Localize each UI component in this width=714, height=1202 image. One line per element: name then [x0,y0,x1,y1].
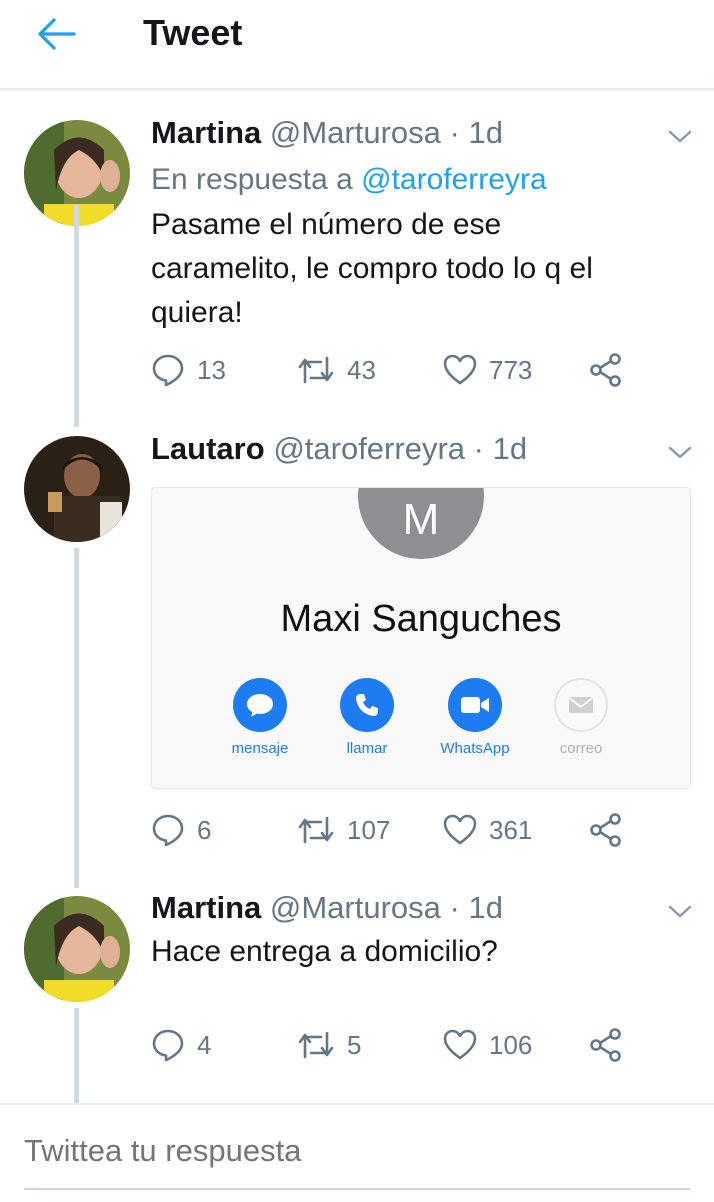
like-count: 361 [489,814,533,845]
heart-icon [443,1029,477,1060]
share-button[interactable] [589,810,623,850]
contact-button-label: correo [559,740,603,757]
contact-card-image[interactable]: M Maxi Sanguches mensaje llamar WhatsApp… [151,487,691,789]
input-underline [24,1188,690,1190]
message-bubble-icon [247,694,273,717]
tweet-text-line: quiera! [151,296,243,329]
retweet-button[interactable]: 5 [297,1025,361,1065]
avatar[interactable] [24,896,130,1002]
reply-icon [152,354,184,387]
share-button[interactable] [589,1025,623,1065]
reply-button[interactable]: 13 [151,350,226,390]
retweet-button[interactable]: 43 [297,350,376,390]
tweet-text-line: Hace entrega a domicilio? [151,935,498,968]
phone-icon [356,694,378,716]
chevron-down-icon[interactable] [668,130,692,144]
retweet-count: 107 [347,814,391,845]
tweet-actions: 4 5 106 [151,1025,631,1065]
contact-mail-button: correo [526,678,636,757]
contact-button-label: mensaje [231,740,289,757]
separator: · [449,890,460,925]
share-icon [590,813,621,847]
timestamp: 1d [468,115,503,150]
reply-context: En respuesta a @taroferreyra [151,163,547,197]
contact-name: Maxi Sanguches [280,598,562,640]
mail-icon [568,697,594,713]
author-handle[interactable]: @Marturosa [270,115,441,150]
reply-button[interactable]: 6 [151,810,211,850]
reply-count: 13 [197,354,226,385]
retweet-icon [298,1031,334,1059]
tweet-actions: 6 107 361 [151,810,631,850]
retweet-count: 43 [347,354,376,385]
tweet-text-line: Pasame el número de ese [151,208,502,241]
author-name[interactable]: Martina [151,890,261,925]
tweet-text: Hace entrega a domicilio? [151,930,671,974]
contact-button-label: WhatsApp [440,740,510,757]
tweet-header: Lautaro @taroferreyra · 1d [151,431,527,467]
separator: · [473,431,484,466]
tweet-text-line: caramelito, le compro todo lo q el [151,252,593,285]
retweet-button[interactable]: 107 [297,810,390,850]
like-count: 106 [489,1029,533,1060]
separator: · [449,115,460,150]
like-button[interactable]: 361 [443,810,532,850]
contact-whatsapp-button: WhatsApp [420,678,530,757]
like-count: 773 [489,354,533,385]
contact-call-button: llamar [312,678,422,757]
reply-input[interactable] [24,1133,684,1169]
heart-icon [443,354,477,385]
reply-count: 6 [197,814,212,845]
thread-line [74,548,79,888]
share-icon [590,353,621,387]
reply-count: 4 [197,1029,212,1060]
retweet-count: 5 [347,1029,362,1060]
chevron-down-icon[interactable] [668,446,692,460]
thread-line [74,205,79,427]
thread-line [74,1008,79,1103]
contact-message-button: mensaje [205,678,315,757]
heart-icon [443,814,477,845]
share-icon [590,1028,621,1062]
top-bar: Tweet [0,0,714,90]
tweet-text: Pasame el número de ese caramelito, le c… [151,203,671,335]
tweet-actions: 13 43 773 [151,350,631,390]
divider [0,90,714,94]
author-handle[interactable]: @taroferreyra [273,431,465,466]
contact-initial: M [402,495,440,544]
share-button[interactable] [589,350,623,390]
like-button[interactable]: 106 [443,1025,532,1065]
like-button[interactable]: 773 [443,350,532,390]
reply-icon [152,1029,184,1062]
contact-avatar: M [358,488,484,559]
retweet-icon [298,816,334,844]
timestamp: 1d [468,890,503,925]
reply-icon [152,814,184,847]
timestamp: 1d [492,431,528,466]
avatar[interactable] [24,436,130,542]
tweet-header: Martina @Marturosa · 1d [151,115,503,151]
retweet-icon [298,356,334,384]
reply-mention-link[interactable]: @taroferreyra [361,163,547,196]
author-name[interactable]: Lautaro [151,431,265,466]
page-title: Tweet [143,12,243,53]
reply-prefix: En respuesta a [151,163,353,196]
contact-button-label: llamar [346,740,388,757]
author-name[interactable]: Martina [151,115,261,150]
back-arrow-icon[interactable] [36,16,76,52]
tweet-header: Martina @Marturosa · 1d [151,890,503,926]
chevron-down-icon[interactable] [668,905,692,919]
reply-button[interactable]: 4 [151,1025,211,1065]
author-handle[interactable]: @Marturosa [270,890,441,925]
video-camera-icon [461,697,489,713]
